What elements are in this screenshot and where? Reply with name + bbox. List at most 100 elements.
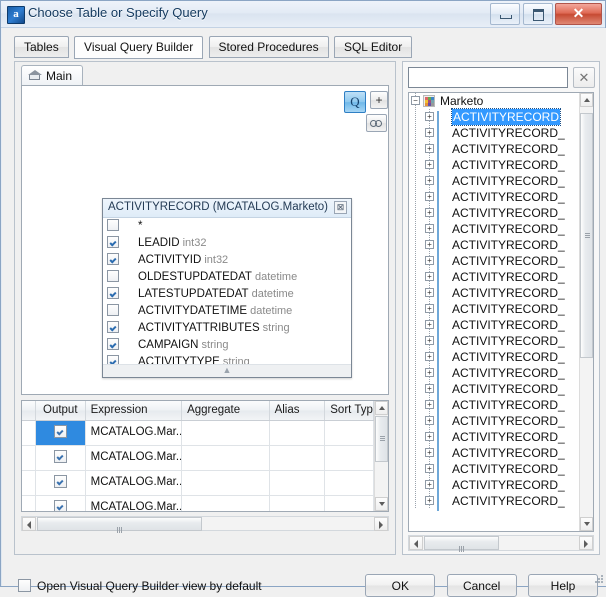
panel-scroll-thumb[interactable] xyxy=(37,517,202,531)
tree-node-table[interactable]: +ACTIVITYRECORD_ xyxy=(409,445,579,461)
expand-icon[interactable]: + xyxy=(425,272,434,281)
collapse-icon[interactable]: − xyxy=(411,96,420,105)
field-checkbox[interactable] xyxy=(107,270,119,282)
panel-scroll-right-button[interactable] xyxy=(374,517,388,531)
tree-node-table[interactable]: +ACTIVITYRECORD_ xyxy=(409,141,579,157)
sort-type-cell[interactable] xyxy=(325,496,374,512)
output-checkbox[interactable] xyxy=(54,475,67,488)
output-cell[interactable] xyxy=(36,471,86,495)
expand-icon[interactable]: + xyxy=(425,480,434,489)
grid-col-aggregate[interactable]: Aggregate xyxy=(182,401,270,420)
query-table-close-icon[interactable]: ⊠ xyxy=(334,201,347,214)
tree-node-table[interactable]: +ACTIVITYRECORD_ xyxy=(409,349,579,365)
aggregate-cell[interactable] xyxy=(182,446,270,470)
grid-scroll-down-button[interactable] xyxy=(375,497,388,511)
field-checkbox[interactable] xyxy=(107,219,119,231)
output-checkbox[interactable] xyxy=(54,425,67,438)
expression-cell[interactable]: MCATALOG.Mar... xyxy=(86,446,182,470)
table-row[interactable]: MCATALOG.Mar... xyxy=(22,471,374,496)
expand-icon[interactable]: + xyxy=(425,176,434,185)
query-field-row[interactable]: ACTIVITYDATETIME datetime xyxy=(103,303,351,320)
query-field-row[interactable]: ACTIVITYTYPE string xyxy=(103,354,351,364)
tree-node-table[interactable]: +ACTIVITYRECORD_ xyxy=(409,477,579,493)
tree-node-table[interactable]: +ACTIVITYRECORD_ xyxy=(409,221,579,237)
tree-scroll-down-button[interactable] xyxy=(580,517,593,531)
expand-icon[interactable]: + xyxy=(425,352,434,361)
field-checkbox[interactable] xyxy=(107,287,119,299)
tree-node-table[interactable]: +ACTIVITYRECORD_ xyxy=(409,301,579,317)
link-icon[interactable] xyxy=(366,114,387,132)
tree-scroll-right-button[interactable] xyxy=(579,536,593,550)
alias-cell[interactable] xyxy=(270,446,326,470)
expand-icon[interactable]: + xyxy=(425,336,434,345)
tree-node-table[interactable]: +ACTIVITYRECORD_ xyxy=(409,189,579,205)
cancel-button[interactable]: Cancel xyxy=(447,574,517,597)
tab-sql-editor[interactable]: SQL Editor xyxy=(334,36,412,58)
tab-visual-query-builder[interactable]: Visual Query Builder xyxy=(74,36,203,59)
tree-node-table[interactable]: +ACTIVITYRECORD_ xyxy=(409,317,579,333)
grid-scroll-up-button[interactable] xyxy=(375,401,388,415)
tree-scroll-left-button[interactable] xyxy=(409,536,423,550)
ok-button[interactable]: OK xyxy=(365,574,435,597)
table-row[interactable]: MCATALOG.Mar... xyxy=(22,446,374,471)
query-field-row[interactable]: ACTIVITYID int32 xyxy=(103,252,351,269)
query-field-row[interactable]: * xyxy=(103,218,351,235)
row-header-cell[interactable] xyxy=(22,496,36,512)
output-cell[interactable] xyxy=(36,496,86,512)
tab-main[interactable]: Main xyxy=(21,65,83,86)
expand-icon[interactable]: + xyxy=(425,448,434,457)
expression-cell[interactable]: MCATALOG.Mar... xyxy=(86,496,182,512)
tree-horizontal-scrollbar[interactable] xyxy=(408,535,594,551)
field-checkbox[interactable] xyxy=(107,321,119,333)
query-canvas[interactable]: Q + ACTIVITYRECORD (MCATALOG.Marketo) ⊠ … xyxy=(21,85,389,395)
tree-scroll-up-button[interactable] xyxy=(580,93,593,107)
output-checkbox[interactable] xyxy=(54,450,67,463)
sort-type-cell[interactable] xyxy=(325,421,374,445)
panel-horizontal-scrollbar[interactable] xyxy=(21,516,389,531)
help-button[interactable]: Help xyxy=(528,574,598,597)
expand-icon[interactable]: + xyxy=(425,192,434,201)
expand-icon[interactable]: + xyxy=(425,320,434,329)
grid-col-expression[interactable]: Expression xyxy=(86,401,182,420)
expand-icon[interactable]: + xyxy=(425,416,434,425)
add-table-button[interactable]: + xyxy=(370,91,388,109)
tree-node-table[interactable]: +ACTIVITYRECORD_ xyxy=(409,397,579,413)
panel-scroll-left-button[interactable] xyxy=(22,517,36,531)
minimize-button[interactable] xyxy=(490,3,520,25)
expand-icon[interactable]: + xyxy=(425,208,434,217)
tree-node-table[interactable]: +ACTIVITYRECORD_ xyxy=(409,237,579,253)
tree-node-table[interactable]: +ACTIVITYRECORD_ xyxy=(409,125,579,141)
grid-col-sort-type[interactable]: Sort Typ xyxy=(325,401,374,420)
grid-scroll-thumb[interactable] xyxy=(375,416,388,462)
expand-icon[interactable]: + xyxy=(425,112,434,121)
expand-icon[interactable]: + xyxy=(425,144,434,153)
output-checkbox[interactable] xyxy=(54,500,67,512)
clear-search-button[interactable]: ✕ xyxy=(573,67,595,88)
expand-icon[interactable]: + xyxy=(425,224,434,233)
tree-node-table[interactable]: +ACTIVITYRECORD_ xyxy=(409,253,579,269)
tree-vertical-scrollbar[interactable] xyxy=(579,93,593,531)
field-checkbox[interactable] xyxy=(107,304,119,316)
expand-icon[interactable]: + xyxy=(425,400,434,409)
row-header-cell[interactable] xyxy=(22,471,36,495)
tab-tables[interactable]: Tables xyxy=(14,36,69,58)
open-vqb-by-default-checkbox[interactable]: Open Visual Query Builder view by defaul… xyxy=(18,579,262,593)
tree-node-table[interactable]: +ACTIVITYRECORD_ xyxy=(409,269,579,285)
output-cell[interactable] xyxy=(36,446,86,470)
expand-icon[interactable]: + xyxy=(425,240,434,249)
query-table-box[interactable]: ACTIVITYRECORD (MCATALOG.Marketo) ⊠ *LEA… xyxy=(102,198,352,378)
aggregate-cell[interactable] xyxy=(182,496,270,512)
query-table-collapse-handle[interactable]: ▲ xyxy=(103,364,351,377)
alias-cell[interactable] xyxy=(270,471,326,495)
row-header-cell[interactable] xyxy=(22,421,36,445)
field-checkbox[interactable] xyxy=(107,253,119,265)
checkbox-box[interactable] xyxy=(18,579,31,592)
expand-icon[interactable]: + xyxy=(425,256,434,265)
query-field-row[interactable]: ACTIVITYATTRIBUTES string xyxy=(103,320,351,337)
tab-stored-procedures[interactable]: Stored Procedures xyxy=(209,36,329,58)
expression-cell[interactable]: MCATALOG.Mar... xyxy=(86,421,182,445)
field-checkbox[interactable] xyxy=(107,338,119,350)
grid-col-alias[interactable]: Alias xyxy=(270,401,326,420)
field-checkbox[interactable] xyxy=(107,355,119,364)
expand-icon[interactable]: + xyxy=(425,432,434,441)
